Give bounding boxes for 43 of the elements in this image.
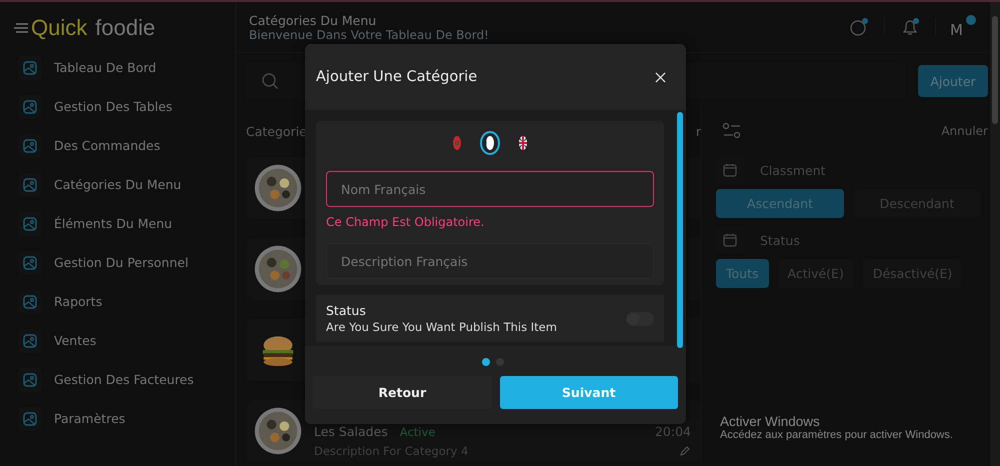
status-title: Status (326, 303, 367, 318)
sidebar-item[interactable]: Gestion Du Personnel (54, 255, 188, 270)
filter-label: Classment (760, 162, 826, 178)
sidebar-item[interactable]: Raports (54, 294, 102, 309)
sidebar-item[interactable]: Des Commandes (54, 138, 160, 153)
logo-text: Quick (31, 15, 88, 41)
step-dot[interactable] (482, 358, 490, 366)
page-title: Catégories Du Menu (249, 12, 378, 28)
close-icon[interactable] (655, 72, 666, 82)
description-field[interactable]: Description Français (326, 243, 654, 279)
name-field[interactable]: Nom Français (326, 171, 654, 207)
activation-text: Accédez aux paramètres pour activer Windows. (720, 429, 953, 441)
sidebar-item[interactable]: Éléments Du Menu (54, 216, 172, 231)
pencil-icon[interactable] (679, 445, 691, 457)
modal-title: Ajouter Une Catégorie (316, 69, 478, 85)
sliders-icon[interactable] (722, 122, 742, 140)
time-label: 20:04 (654, 424, 691, 439)
list-heading[interactable]: Categorie (246, 124, 307, 138)
chat-icon[interactable] (848, 16, 870, 38)
scrollbar[interactable] (990, 2, 1000, 466)
status-label: Active (400, 424, 436, 438)
search-icon (261, 72, 279, 90)
sidebar-item[interactable]: Gestion Des Facteures (54, 372, 194, 387)
sidebar-item[interactable]: Catégories Du Menu (54, 177, 182, 192)
filter-label: Status (760, 232, 800, 248)
category-name: Les Salades (314, 424, 388, 439)
add-button[interactable]: Ajouter (918, 65, 988, 97)
page-subtitle: Bienvenue Dans Votre Tableau De Bord! (249, 28, 489, 42)
logo-text: foodie (95, 15, 156, 41)
menu-icon[interactable] (14, 22, 30, 34)
list-heading[interactable]: r (696, 124, 701, 138)
flag-icon[interactable] (480, 131, 500, 155)
status-description: Are You Sure You Want Publish This Item (326, 320, 557, 334)
back-button[interactable]: Retour (313, 376, 492, 409)
sidebar-item[interactable]: Paramètres (54, 411, 126, 426)
cancel-link[interactable]: Annuler (941, 124, 988, 138)
sidebar-item[interactable]: Gestion Des Tables (54, 99, 172, 114)
sidebar-item[interactable]: Ventes (54, 333, 96, 348)
activation-title: Activer Windows (720, 414, 821, 429)
next-button[interactable]: Suivant (500, 376, 678, 409)
flag-icon[interactable] (516, 133, 530, 153)
sidebar-item[interactable]: Tableau De Bord (54, 60, 156, 75)
error-message: Ce Champ Est Obligatoire. (326, 215, 486, 229)
